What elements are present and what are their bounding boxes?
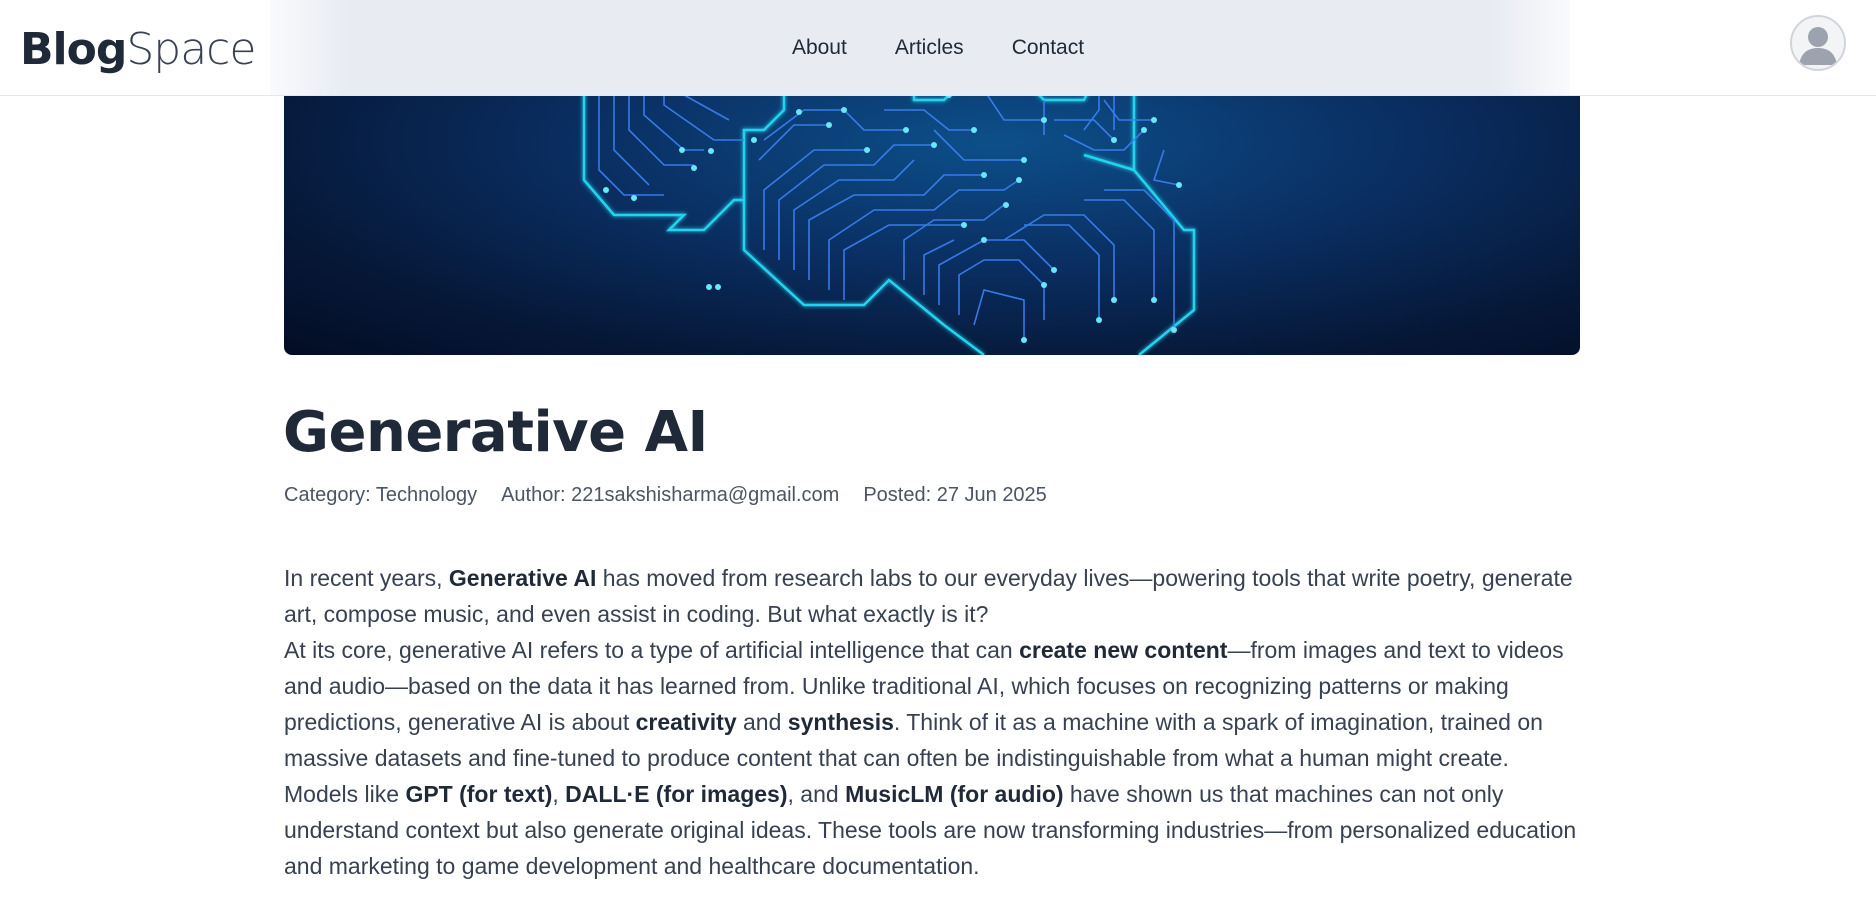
text-run: , (552, 781, 566, 807)
article-author: Author: 221sakshisharma@gmail.com (501, 484, 840, 506)
user-silhouette-icon (1799, 27, 1837, 65)
nav-link-about[interactable]: About (792, 36, 847, 60)
text-run: , and (787, 781, 846, 807)
site-logo[interactable]: BlogSpace (20, 20, 256, 80)
article-body: In recent years, Generative AI has moved… (284, 560, 1584, 884)
bold-term: synthesis (787, 709, 894, 735)
nav-link-articles[interactable]: Articles (895, 36, 964, 60)
article-category: Category: Technology (284, 484, 478, 506)
user-avatar-icon[interactable] (1790, 15, 1846, 71)
article-paragraph: In recent years, Generative AI has moved… (284, 560, 1584, 632)
logo-bold-text: Blog (20, 24, 127, 75)
bold-term: create new content (1019, 637, 1228, 663)
article-meta: Category: Technology Author: 221sakshish… (284, 484, 1047, 507)
text-run: At its core, generative AI refers to a t… (284, 637, 1020, 663)
bold-term: GPT (for text) (405, 781, 553, 807)
site-header: BlogSpace About Articles Contact (0, 0, 1876, 96)
article-title: Generative AI (283, 400, 708, 465)
text-run: Models like (284, 781, 406, 807)
article-paragraph: At its core, generative AI refers to a t… (284, 632, 1584, 776)
bold-term: DALL·E (for images) (565, 781, 788, 807)
text-run: In recent years, (284, 565, 449, 591)
bold-term: creativity (635, 709, 737, 735)
article-posted-date: Posted: 27 Jun 2025 (863, 484, 1047, 506)
nav-link-contact[interactable]: Contact (1012, 36, 1084, 60)
bold-term: Generative AI (448, 565, 597, 591)
bold-term: MusicLM (for audio) (845, 781, 1064, 807)
logo-light-text: Space (126, 24, 256, 75)
article-paragraph: Models like GPT (for text), DALL·E (for … (284, 776, 1584, 884)
text-run: and (736, 709, 788, 735)
